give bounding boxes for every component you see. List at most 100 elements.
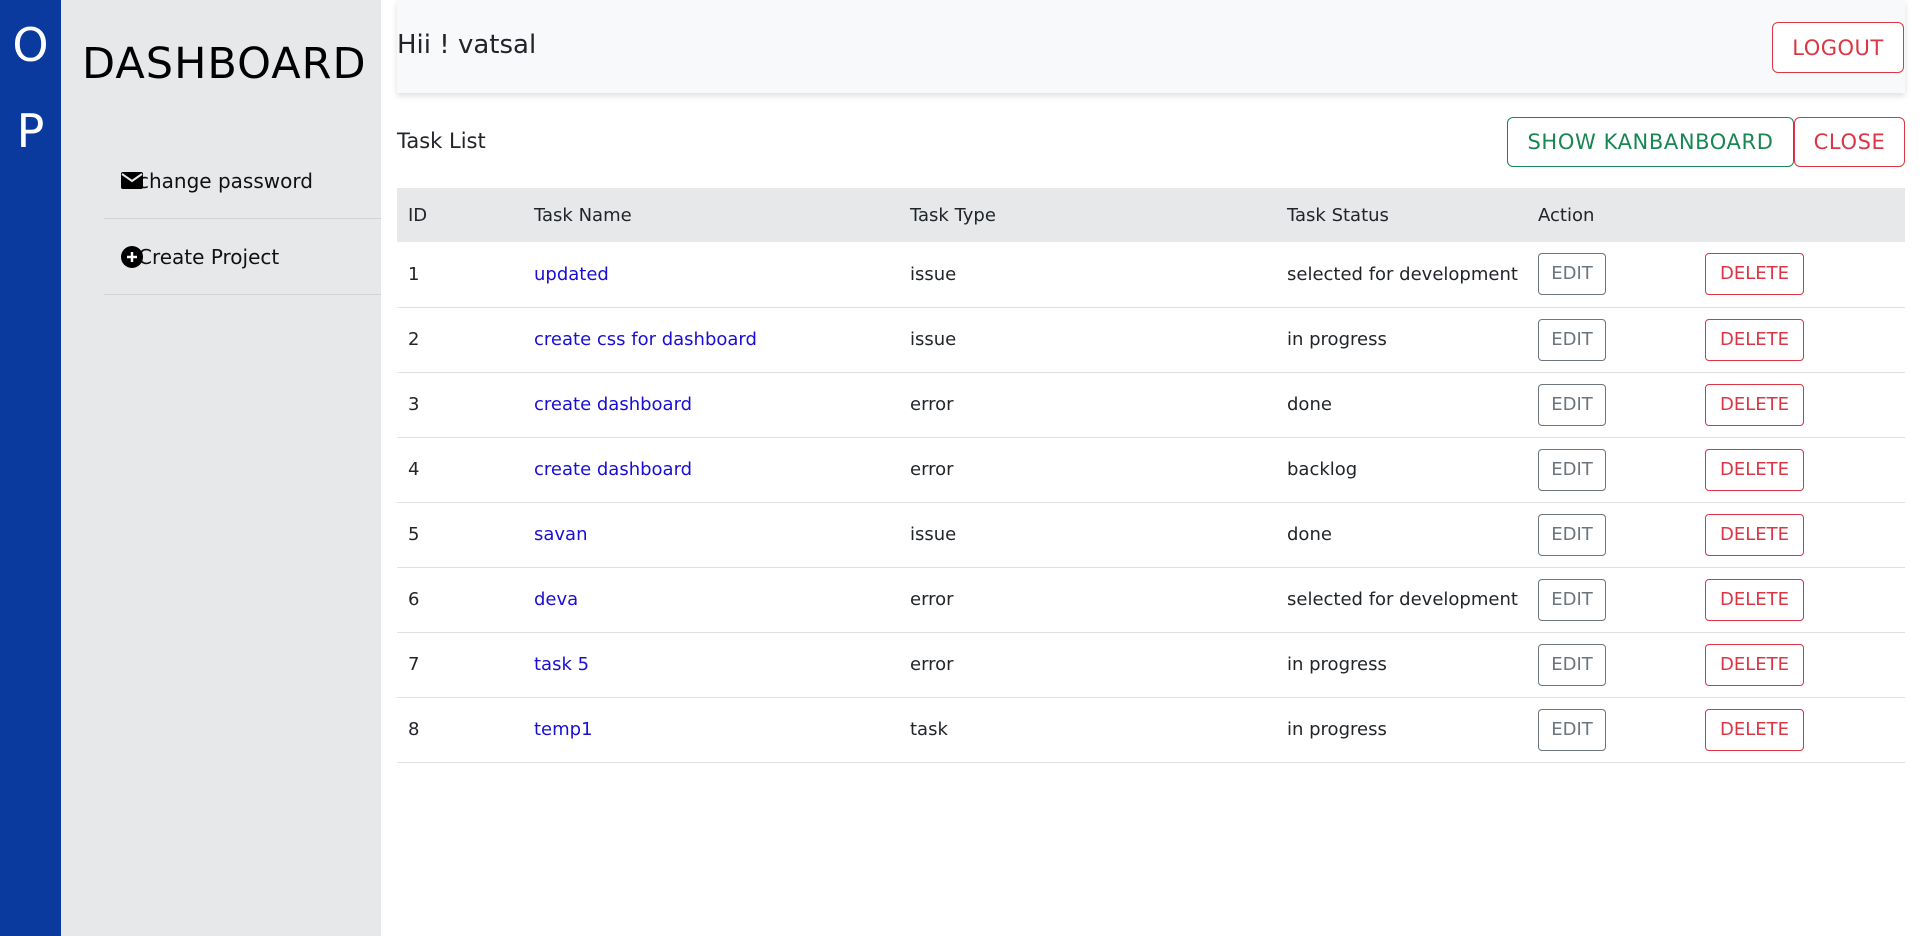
table-row: 8 temp1 task in progress EDIT DELETE (397, 697, 1905, 763)
delete-button[interactable]: DELETE (1705, 383, 1804, 426)
sidebar-menu: change password Create Project (104, 143, 381, 295)
cell-delete: DELETE (1694, 437, 1905, 503)
sidebar-title: DASHBOARD (82, 39, 367, 89)
task-name-link[interactable]: updated (534, 264, 609, 285)
cell-delete: DELETE (1694, 502, 1905, 568)
cell-task-name: create dashboard (523, 372, 899, 438)
cell-task-type: error (899, 567, 1276, 633)
sidebar-item-create-project[interactable]: Create Project (104, 219, 381, 295)
plus-circle-icon (121, 245, 143, 268)
cell-task-status: done (1276, 372, 1527, 438)
task-name-link[interactable]: task 5 (534, 654, 589, 675)
cell-task-type: issue (899, 307, 1276, 373)
close-button[interactable]: CLOSE (1794, 117, 1905, 167)
task-name-link[interactable]: create dashboard (534, 459, 692, 480)
task-name-link[interactable]: create dashboard (534, 394, 692, 415)
cell-task-name: create css for dashboard (523, 307, 899, 373)
sidebar: DASHBOARD change password Create Project (61, 0, 381, 936)
top-bar: Hii ! vatsal LOGOUT (397, 0, 1905, 93)
sidebar-item-change-password[interactable]: change password (104, 143, 381, 219)
cell-delete: DELETE (1694, 632, 1905, 698)
sidebar-item-label: change password (138, 168, 313, 193)
cell-task-type: task (899, 697, 1276, 763)
logout-button[interactable]: LOGOUT (1772, 22, 1904, 73)
column-header-action: Action (1527, 188, 1694, 242)
rail-logo-letter-p: P (16, 104, 45, 158)
cell-task-status: selected for development (1276, 567, 1527, 633)
table-row: 6 deva error selected for development ED… (397, 567, 1905, 633)
task-name-link[interactable]: create css for dashboard (534, 329, 757, 350)
task-list-title: Task List (397, 129, 486, 153)
cell-id: 6 (397, 567, 523, 633)
cell-edit: EDIT (1527, 242, 1694, 308)
delete-button[interactable]: DELETE (1705, 708, 1804, 751)
greeting-text: Hii ! vatsal (397, 30, 537, 60)
table-row: 1 updated issue selected for development… (397, 242, 1905, 308)
delete-button[interactable]: DELETE (1705, 253, 1804, 296)
cell-id: 7 (397, 632, 523, 698)
table-row: 4 create dashboard error backlog EDIT DE… (397, 437, 1905, 503)
task-table: ID Task Name Task Type Task Status Actio… (397, 188, 1905, 763)
edit-button[interactable]: EDIT (1538, 708, 1606, 751)
cell-edit: EDIT (1527, 372, 1694, 438)
edit-button[interactable]: EDIT (1538, 643, 1606, 686)
edit-button[interactable]: EDIT (1538, 253, 1606, 296)
envelope-icon (121, 170, 143, 192)
task-name-link[interactable]: temp1 (534, 719, 593, 740)
cell-task-name: temp1 (523, 697, 899, 763)
cell-task-name: task 5 (523, 632, 899, 698)
edit-button[interactable]: EDIT (1538, 448, 1606, 491)
cell-edit: EDIT (1527, 307, 1694, 373)
cell-id: 5 (397, 502, 523, 568)
edit-button[interactable]: EDIT (1538, 513, 1606, 556)
edit-button[interactable]: EDIT (1538, 383, 1606, 426)
cell-task-type: issue (899, 242, 1276, 308)
cell-task-type: issue (899, 502, 1276, 568)
delete-button[interactable]: DELETE (1705, 513, 1804, 556)
cell-task-status: in progress (1276, 697, 1527, 763)
cell-id: 1 (397, 242, 523, 308)
cell-task-status: done (1276, 502, 1527, 568)
cell-task-name: updated (523, 242, 899, 308)
delete-button[interactable]: DELETE (1705, 318, 1804, 361)
cell-delete: DELETE (1694, 242, 1905, 308)
cell-edit: EDIT (1527, 632, 1694, 698)
cell-id: 3 (397, 372, 523, 438)
rail-logo-letter-o: O (12, 18, 49, 72)
cell-task-status: backlog (1276, 437, 1527, 503)
app-rail: O P (0, 0, 61, 936)
column-header-id: ID (397, 188, 523, 242)
sidebar-item-label: Create Project (138, 244, 280, 269)
cell-task-status: in progress (1276, 307, 1527, 373)
task-name-link[interactable]: deva (534, 589, 578, 610)
delete-button[interactable]: DELETE (1705, 578, 1804, 621)
cell-task-name: create dashboard (523, 437, 899, 503)
delete-button[interactable]: DELETE (1705, 448, 1804, 491)
cell-edit: EDIT (1527, 437, 1694, 503)
column-header-blank (1694, 188, 1905, 242)
edit-button[interactable]: EDIT (1538, 578, 1606, 621)
task-name-link[interactable]: savan (534, 524, 588, 545)
cell-task-status: selected for development (1276, 242, 1527, 308)
cell-edit: EDIT (1527, 502, 1694, 568)
edit-button[interactable]: EDIT (1538, 318, 1606, 361)
column-header-task-name: Task Name (523, 188, 899, 242)
table-row: 3 create dashboard error done EDIT DELET… (397, 372, 1905, 438)
cell-task-status: in progress (1276, 632, 1527, 698)
delete-button[interactable]: DELETE (1705, 643, 1804, 686)
table-row: 2 create css for dashboard issue in prog… (397, 307, 1905, 373)
cell-id: 8 (397, 697, 523, 763)
cell-task-name: savan (523, 502, 899, 568)
cell-task-type: error (899, 437, 1276, 503)
cell-delete: DELETE (1694, 567, 1905, 633)
cell-delete: DELETE (1694, 372, 1905, 438)
cell-id: 2 (397, 307, 523, 373)
cell-task-type: error (899, 372, 1276, 438)
show-kanbanboard-button[interactable]: SHOW KANBANBOARD (1507, 117, 1794, 167)
column-header-task-status: Task Status (1276, 188, 1527, 242)
cell-edit: EDIT (1527, 567, 1694, 633)
table-header-row: ID Task Name Task Type Task Status Actio… (397, 188, 1905, 242)
table-row: 5 savan issue done EDIT DELETE (397, 502, 1905, 568)
cell-id: 4 (397, 437, 523, 503)
table-row: 7 task 5 error in progress EDIT DELETE (397, 632, 1905, 698)
